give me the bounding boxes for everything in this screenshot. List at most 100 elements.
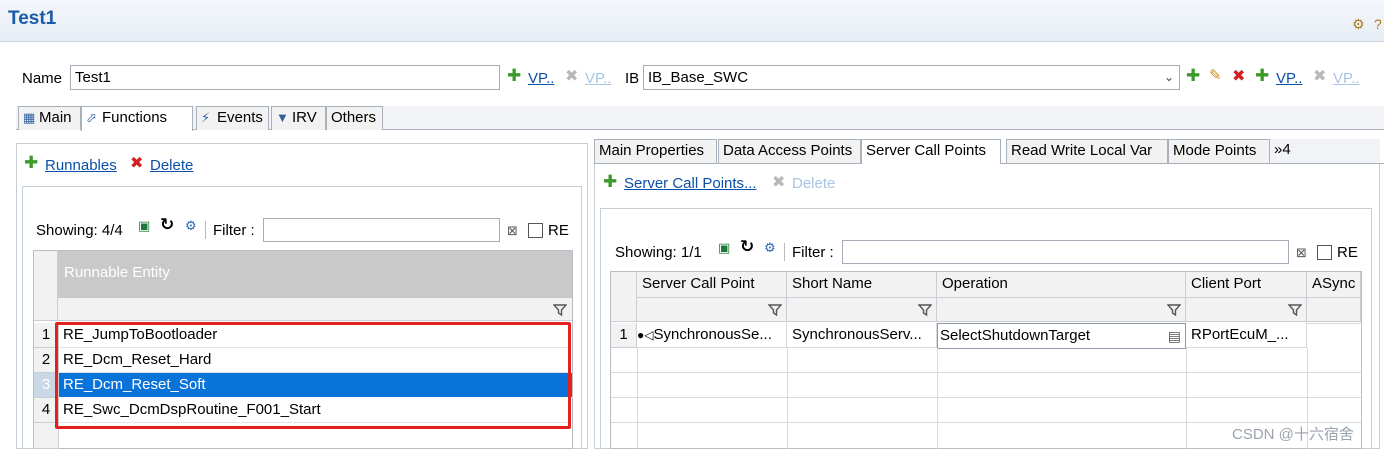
grid-line xyxy=(637,348,638,449)
re-label: RE xyxy=(548,222,569,239)
tab-main-properties[interactable]: Main Properties xyxy=(594,139,717,163)
column-filter-icon[interactable] xyxy=(1288,303,1302,317)
tab-data-access-points[interactable]: Data Access Points xyxy=(718,139,861,163)
editor-title-bar xyxy=(0,0,1384,42)
remove-vp-icon-2[interactable]: ✖ xyxy=(1313,66,1326,86)
vp-link-1[interactable]: VP.. xyxy=(528,70,554,87)
re-checkbox-right[interactable] xyxy=(1317,245,1332,260)
vp-link-4: VP.. xyxy=(1333,70,1360,87)
name-field-value: Test1 xyxy=(75,69,111,86)
corner-header xyxy=(34,251,58,321)
name-field[interactable]: Test1 xyxy=(70,65,500,90)
row-number: 1 xyxy=(611,323,637,348)
delete-icon[interactable]: ✖ xyxy=(130,153,143,173)
vp-link-3[interactable]: VP.. xyxy=(1276,70,1302,87)
ib-select[interactable]: IB_Base_SWC ⌄ xyxy=(643,65,1180,90)
add-runnable-icon[interactable]: ✚ xyxy=(24,153,38,173)
add-vp-icon-2[interactable]: ✚ xyxy=(1255,66,1269,86)
tab-overflow[interactable]: »4 xyxy=(1270,139,1380,163)
filter-row xyxy=(58,298,572,321)
column-header-short-name[interactable]: Short Name xyxy=(787,272,937,298)
tab-read-write-local-var[interactable]: Read Write Local Var xyxy=(1006,139,1168,163)
tab-others[interactable]: Others xyxy=(326,106,383,130)
main-tab-bar: ▦ Main ⬀ Functions ⚡ Events ▼ IRV Others xyxy=(16,106,1384,131)
filter-label-right: Filter : xyxy=(792,244,834,261)
clear-filter-icon[interactable]: ⊠ xyxy=(507,223,518,239)
filter-cell xyxy=(637,298,787,322)
delete-server-call-point-link: Delete xyxy=(792,175,836,192)
showing-count: Showing: 4/4 xyxy=(36,222,123,239)
column-header-runnable-entity[interactable]: Runnable Entity xyxy=(58,251,572,298)
delete-icon-disabled: ✖ xyxy=(772,174,786,191)
name-label: Name xyxy=(22,70,63,87)
grid-line xyxy=(787,348,788,449)
chevron-down-icon[interactable]: ⌄ xyxy=(1164,68,1174,87)
filter-label: Filter : xyxy=(213,222,255,239)
column-filter-icon[interactable] xyxy=(918,303,932,317)
server-call-points-filter-input[interactable] xyxy=(842,240,1289,264)
column-filter-icon[interactable] xyxy=(768,303,782,317)
server-call-point-icon: ●◁ xyxy=(637,328,654,342)
excel-export-icon-right[interactable]: ▣ xyxy=(718,240,730,256)
column-header-operation[interactable]: Operation xyxy=(937,272,1186,298)
tab-main[interactable]: ▦ Main xyxy=(18,106,81,130)
functions-icon: ⬀ xyxy=(86,110,97,125)
main-icon: ▦ xyxy=(23,110,36,125)
cell-server-call-point[interactable]: ●◁SynchronousSe... xyxy=(637,323,787,348)
clear-filter-icon-right[interactable]: ⊠ xyxy=(1296,245,1307,261)
vp-link-2: VP.. xyxy=(585,70,612,87)
cell-async[interactable] xyxy=(1307,323,1361,324)
refresh-icon[interactable]: ↻ xyxy=(160,215,174,235)
edit-icon[interactable]: ✎ xyxy=(1209,66,1222,84)
grid-line xyxy=(611,372,1361,373)
add-vp-icon[interactable]: ✚ xyxy=(507,66,521,86)
events-icon: ⚡ xyxy=(201,110,211,125)
page-title: Test1 xyxy=(8,8,57,29)
filter-cell xyxy=(1307,298,1361,322)
ib-label: IB xyxy=(625,70,640,87)
delete-runnable-link[interactable]: Delete xyxy=(150,157,193,174)
toolbar-separator xyxy=(205,221,206,239)
tab-events[interactable]: ⚡ Events xyxy=(196,106,269,130)
corner-header-right xyxy=(611,272,637,322)
delete-ib-icon[interactable]: ✖ xyxy=(1232,66,1245,86)
remove-vp-icon[interactable]: ✖ xyxy=(565,66,578,86)
cell-short-name[interactable]: SynchronousServ... xyxy=(787,323,937,348)
settings-icon[interactable]: ⚙ xyxy=(185,218,197,234)
excel-export-icon[interactable]: ▣ xyxy=(138,218,150,234)
showing-count-right: Showing: 1/1 xyxy=(615,244,702,261)
add-ib-icon[interactable]: ✚ xyxy=(1186,66,1200,86)
column-header-async[interactable]: ASync xyxy=(1307,272,1361,298)
cell-operation[interactable]: SelectShutdownTarget ▤ xyxy=(937,323,1186,349)
grid-line xyxy=(937,348,938,449)
list-picker-icon[interactable]: ▤ xyxy=(1168,324,1181,348)
column-filter-icon[interactable] xyxy=(1167,303,1181,317)
column-header-server-call-point[interactable]: Server Call Point xyxy=(637,272,787,298)
grid-line xyxy=(611,397,1361,398)
sync-icon[interactable]: ⚙ xyxy=(1352,16,1368,32)
filter-cell xyxy=(787,298,937,322)
column-filter-icon[interactable] xyxy=(553,303,567,317)
server-call-points-link[interactable]: Server Call Points... xyxy=(624,175,757,192)
add-server-call-point-icon[interactable]: ✚ xyxy=(603,172,617,192)
tab-irv[interactable]: ▼ IRV xyxy=(271,106,326,130)
runnables-filter-input[interactable] xyxy=(263,218,500,242)
settings-icon-right[interactable]: ⚙ xyxy=(764,240,776,256)
watermark: CSDN @十六宿舍 xyxy=(1232,426,1354,443)
runnables-link[interactable]: Runnables xyxy=(45,157,117,174)
column-header-client-port[interactable]: Client Port xyxy=(1186,272,1307,298)
filter-cell xyxy=(937,298,1186,322)
irv-icon: ▼ xyxy=(276,110,289,125)
ib-select-value: IB_Base_SWC xyxy=(648,69,749,86)
help-icon[interactable]: ? xyxy=(1374,16,1384,32)
highlight-box xyxy=(55,322,571,429)
tab-mode-points[interactable]: Mode Points xyxy=(1168,139,1270,163)
refresh-icon-right[interactable]: ↻ xyxy=(740,237,754,257)
re-label-right: RE xyxy=(1337,244,1358,261)
tab-functions[interactable]: ⬀ Functions xyxy=(81,106,193,131)
tab-server-call-points[interactable]: Server Call Points xyxy=(861,139,1001,164)
toolbar-separator-right xyxy=(784,243,785,261)
grid-line xyxy=(1186,348,1187,449)
cell-client-port[interactable]: RPortEcuM_... xyxy=(1186,323,1307,348)
re-checkbox[interactable] xyxy=(528,223,543,238)
